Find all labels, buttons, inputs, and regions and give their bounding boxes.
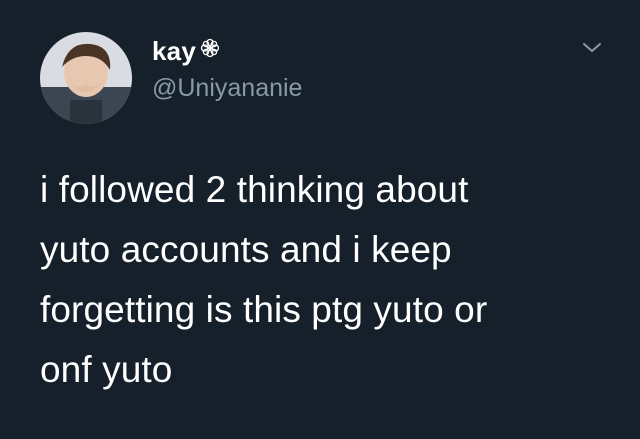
profile-photo: [40, 32, 132, 124]
author-info: kay @Uniyananie: [152, 36, 302, 103]
tweet-text: i followed 2 thinking about yuto account…: [40, 169, 488, 390]
display-name-row: kay: [152, 36, 302, 66]
flower-icon: [200, 38, 220, 58]
avatar[interactable]: [40, 32, 132, 124]
user-handle[interactable]: @Uniyananie: [152, 74, 302, 103]
display-name[interactable]: kay: [152, 36, 196, 67]
chevron-down-icon[interactable]: [580, 38, 604, 58]
tweet-card: kay @Uniyananie i followed 2 thinking ab…: [0, 0, 640, 439]
